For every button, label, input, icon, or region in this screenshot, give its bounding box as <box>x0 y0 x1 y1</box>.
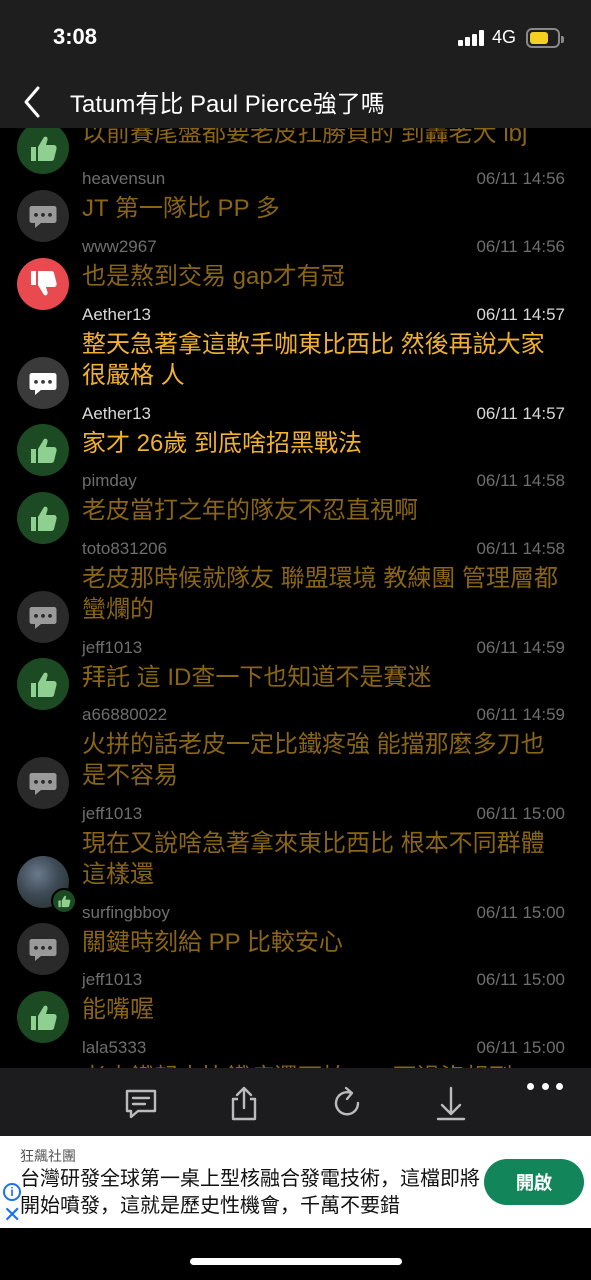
comment-timestamp: 06/11 15:00 <box>476 804 565 823</box>
comment-text: 現在又說啥急著拿來東比西比 根本不同群體 這樣還 <box>82 830 545 888</box>
comment-username[interactable]: heavensun <box>82 169 165 189</box>
comment-username[interactable]: Aether13 <box>82 305 151 325</box>
comment-timestamp: 06/11 14:58 <box>476 471 565 490</box>
comment-username[interactable]: jeff1013 <box>82 804 142 824</box>
comment-text: 整天急著拿這軟手咖東比西比 然後再說大家很嚴格 人 <box>82 331 545 389</box>
comment-timestamp: 06/11 14:56 <box>476 237 565 256</box>
comment-timestamp: 06/11 14:57 <box>476 305 565 324</box>
comment-username[interactable]: Aether13 <box>82 404 151 424</box>
thumbs-up-icon <box>17 991 69 1043</box>
comment-timestamp: 06/11 14:58 <box>476 539 565 558</box>
comment-button[interactable] <box>121 1084 161 1124</box>
thumbs-up-icon <box>17 492 69 544</box>
home-indicator[interactable] <box>190 1258 402 1265</box>
comment-text: 火拼的話老皮一定比鐵疼強 能擋那麼多刀也是不容易 <box>82 731 545 789</box>
download-icon <box>436 1086 466 1121</box>
refresh-icon <box>334 1086 360 1116</box>
comment-timestamp: 06/11 15:00 <box>476 903 565 922</box>
comment-username[interactable]: toto831206 <box>82 539 167 559</box>
comment-username[interactable]: a66880022 <box>82 705 167 725</box>
thumbs-down-icon <box>17 258 69 310</box>
nav-header: Tatum有比 Paul Pierce強了嗎 <box>0 76 591 128</box>
ad-sponsor: 狂飆社團 <box>20 1148 76 1164</box>
network-type: 4G <box>492 27 517 47</box>
refresh-button[interactable] <box>327 1084 367 1124</box>
comment-bubble-icon <box>17 190 69 242</box>
share-button[interactable] <box>224 1084 264 1124</box>
comment-username[interactable]: jeff1013 <box>82 638 142 658</box>
comment-list[interactable]: 以前賽尾盤都要老皮扛勝負的 到轟老大 lbj heavensun 06/11 14:… <box>0 100 591 1068</box>
top-bar: 3:08 4G Tatum有比 Paul Pierce強了嗎 <box>0 0 591 128</box>
thumbs-up-icon <box>17 658 69 710</box>
share-icon <box>231 1086 257 1121</box>
comment-bubble-icon <box>17 757 69 809</box>
comment-bubble-icon <box>17 923 69 975</box>
ad-info-icon[interactable]: i <box>3 1183 21 1201</box>
comment-timestamp: 06/11 15:00 <box>476 970 565 989</box>
comment-timestamp: 06/11 14:59 <box>476 705 565 724</box>
ad-headline[interactable]: 台灣研發全球第一桌上型核融合發電技術，這檔即將開始噴發，這就是歷史性機會，千萬不… <box>20 1166 480 1220</box>
status-time: 3:08 <box>53 24 98 49</box>
comment-username[interactable]: surfingbboy <box>82 903 170 923</box>
bottom-toolbar <box>0 1068 591 1136</box>
comment-text: 能嘴喔 <box>82 996 154 1023</box>
signal-icon <box>458 30 484 46</box>
comment-timestamp: 06/11 15:00 <box>476 1038 565 1057</box>
thumbs-up-icon <box>17 424 69 476</box>
comment-timestamp: 06/11 14:57 <box>476 404 565 423</box>
download-button[interactable] <box>431 1084 471 1124</box>
thumbs-up-icon <box>51 888 77 914</box>
comment-bubble-icon <box>17 591 69 643</box>
comment-text: 關鍵時刻給 PP 比較安心 <box>82 929 343 956</box>
comment-text: 家才 26歲 到底啥招黑戰法 <box>82 430 363 457</box>
thumbs-up-icon <box>17 122 69 174</box>
status-bar: 3:08 4G <box>0 0 591 76</box>
comment-text: 也是熬到交易 gap才有冠 <box>82 263 345 290</box>
ad-close-icon[interactable]: ✕ <box>3 1204 21 1226</box>
comment-text: 老皮那時候就隊友 聯盟環境 教練團 管理層都蠻爛的 <box>82 565 559 623</box>
comment-username[interactable]: www2967 <box>82 237 157 257</box>
page-title: Tatum有比 Paul Pierce強了嗎 <box>70 91 385 118</box>
chevron-left-icon <box>24 86 40 118</box>
ad-open-button[interactable]: 開啟 <box>484 1159 584 1205</box>
comment-text: 老皮當打之年的隊友不忍直視啊 <box>82 497 418 524</box>
comment-bubble-icon <box>17 357 69 409</box>
comment-timestamp: 06/11 14:56 <box>476 169 565 188</box>
back-button[interactable] <box>18 82 48 122</box>
comment-text: JT 第一隊比 PP 多 <box>82 195 280 222</box>
user-avatar <box>17 856 77 914</box>
comment-text: 拜託 這 ID查一下也知道不是賽迷 <box>82 664 432 691</box>
battery-icon <box>526 28 564 48</box>
comment-username[interactable]: pimday <box>82 471 137 491</box>
ad-banner[interactable]: 狂飆社團 台灣研發全球第一桌上型核融合發電技術，這檔即將開始噴發，這就是歷史性機… <box>0 1136 591 1228</box>
comment-timestamp: 06/11 14:59 <box>476 638 565 657</box>
more-icon[interactable] <box>527 1076 563 1096</box>
comment-username[interactable]: jeff1013 <box>82 970 142 990</box>
home-area <box>0 1228 591 1280</box>
comment-icon <box>125 1089 157 1119</box>
comment-username[interactable]: lala5333 <box>82 1038 146 1058</box>
